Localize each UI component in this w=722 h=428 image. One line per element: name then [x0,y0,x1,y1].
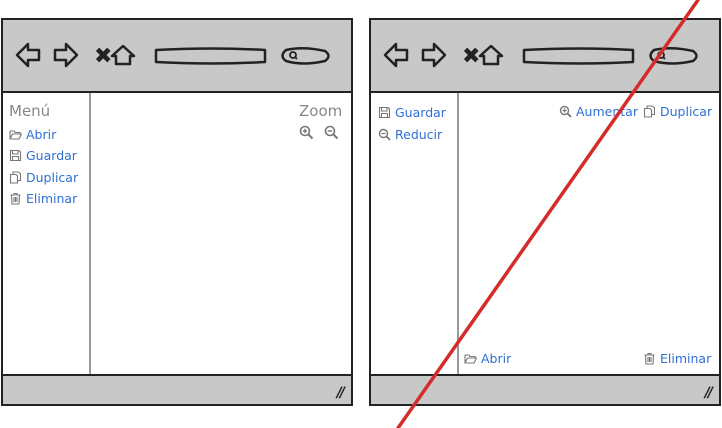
back-arrow-icon [383,42,409,68]
zoom-out-icon[interactable] [324,125,339,140]
duplicate-icon [9,171,22,184]
status-bar: // [371,374,719,404]
menu-item-label: Guardar [26,148,77,163]
toolbar-item-label: Aumentar [576,104,638,119]
zoom-out-icon [378,128,391,141]
sidebar-item-reducir[interactable]: Reducir [378,127,442,142]
status-bar: // [3,374,351,404]
toolbar-item-duplicar[interactable]: Duplicar [643,104,712,119]
close-x-icon: ✖ [94,44,112,69]
duplicate-icon [643,105,656,118]
menu-item-label: Abrir [26,127,57,142]
trash-icon [10,192,21,205]
resize-grip-icon[interactable]: // [337,385,345,401]
toolbar-item-aumentar[interactable]: Aumentar [559,104,638,119]
folder-open-icon [464,354,477,364]
right-window-mockup: ✖ Guardar Reducir Aumentar Duplicar Abri… [369,18,721,406]
sidebar-item-label: Guardar [395,105,446,120]
bottom-item-label: Abrir [481,351,512,366]
resize-grip-icon[interactable]: // [705,385,713,401]
sidebar-item-guardar[interactable]: Guardar [378,105,446,120]
folder-open-icon [9,130,22,140]
save-icon [9,149,22,162]
bottom-item-eliminar[interactable]: Eliminar [643,351,711,366]
save-icon [378,106,391,119]
menu-item-eliminar[interactable]: Eliminar [9,191,77,206]
zoom-in-icon [559,105,572,118]
forward-arrow-icon [53,42,79,68]
bottom-item-label: Eliminar [660,351,712,366]
close-x-icon: ✖ [462,44,480,69]
sidebar-divider [89,93,91,374]
menu-item-abrir[interactable]: Abrir [9,127,56,142]
trash-icon [644,352,655,365]
sidebar-divider [457,93,459,374]
home-icon [478,44,504,66]
sidebar-item-label: Reducir [395,127,443,142]
forward-arrow-icon [421,42,447,68]
menu-item-label: Duplicar [26,170,79,185]
home-icon [110,44,136,66]
address-bar [154,47,267,65]
left-window-mockup: ✖ Menú Zoom Abrir Guardar Duplicar Elimi… [1,18,353,406]
back-arrow-icon [15,42,41,68]
browser-toolbar: ✖ [371,20,719,93]
browser-toolbar: ✖ [3,20,351,93]
menu-item-duplicar[interactable]: Duplicar [9,170,78,185]
zoom-in-icon[interactable] [299,125,314,140]
bottom-item-abrir[interactable]: Abrir [464,351,511,366]
address-bar [522,47,635,65]
menu-item-label: Eliminar [26,191,78,206]
menu-item-guardar[interactable]: Guardar [9,148,77,163]
zoom-heading: Zoom [299,102,343,120]
toolbar-item-label: Duplicar [660,104,713,119]
menu-heading: Menú [9,102,51,120]
